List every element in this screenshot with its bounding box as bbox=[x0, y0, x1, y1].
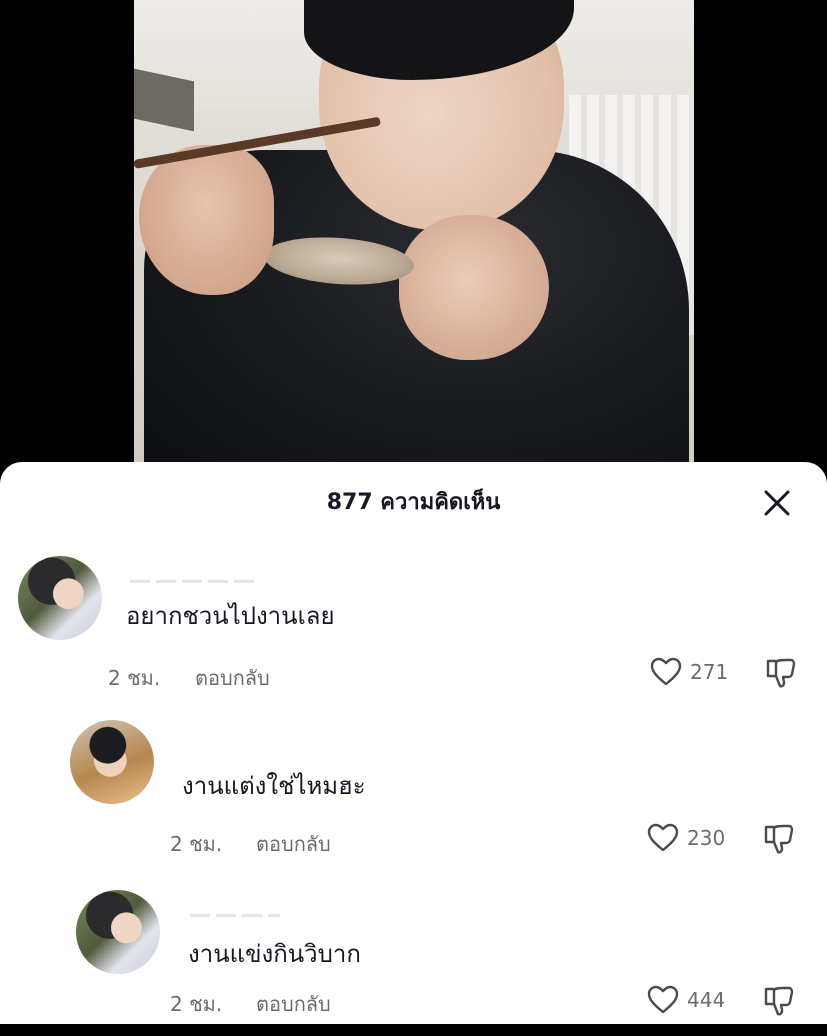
thumbs-down-icon bbox=[764, 986, 794, 1016]
comment-text: งานแต่งใช่ไหมฮะ bbox=[182, 772, 366, 800]
photo-hand-right bbox=[399, 215, 549, 360]
close-icon bbox=[764, 490, 790, 516]
reply-button[interactable]: ตอบกลับ bbox=[256, 828, 331, 860]
comment-time: 2 ชม. bbox=[170, 832, 223, 856]
comment-text: อยากชวนไปงานเลย bbox=[126, 602, 335, 630]
avatar[interactable] bbox=[76, 890, 160, 974]
comments-count-title: 877 ความคิดเห็น bbox=[326, 490, 501, 515]
comment-item: อยากชวนไปงานเลย 2 ชม. ตอบกลับ 271 bbox=[0, 552, 827, 702]
heart-icon bbox=[650, 657, 682, 686]
username[interactable] bbox=[130, 580, 260, 583]
avatar[interactable] bbox=[70, 720, 154, 804]
like-count: 271 bbox=[690, 660, 729, 684]
comments-sheet: 877 ความคิดเห็น อยากชวนไปงานเลย 2 ชม. ตอ… bbox=[0, 462, 827, 1024]
like-count: 230 bbox=[687, 826, 726, 850]
comment-text: งานแข่งกินวิบาก bbox=[188, 940, 361, 968]
thumbs-down-icon bbox=[766, 658, 796, 688]
comment-time: 2 ชม. bbox=[108, 666, 161, 690]
like-button[interactable]: 271 bbox=[650, 656, 728, 688]
heart-icon bbox=[647, 985, 679, 1014]
photo-hand-left bbox=[139, 145, 274, 295]
reply-button[interactable]: ตอบกลับ bbox=[195, 662, 270, 694]
dislike-button[interactable] bbox=[764, 656, 798, 690]
like-button[interactable]: 230 bbox=[647, 822, 725, 854]
close-button[interactable] bbox=[760, 486, 794, 520]
video-player[interactable] bbox=[0, 0, 827, 480]
reply-comment-item: งานแข่งกินวิบาก 2 ชม. ตอบกลับ 444 bbox=[0, 886, 827, 1036]
like-button[interactable]: 444 bbox=[647, 984, 725, 1016]
heart-icon bbox=[647, 823, 679, 852]
thumbs-down-icon bbox=[764, 824, 794, 854]
comment-time: 2 ชม. bbox=[170, 992, 223, 1016]
post-photo bbox=[134, 0, 694, 480]
dislike-button[interactable] bbox=[762, 822, 796, 856]
like-count: 444 bbox=[687, 988, 726, 1012]
avatar[interactable] bbox=[18, 556, 102, 640]
dislike-button[interactable] bbox=[762, 984, 796, 1018]
reply-button[interactable]: ตอบกลับ bbox=[256, 988, 331, 1020]
username[interactable] bbox=[190, 914, 280, 917]
reply-comment-item: งานแต่งใช่ไหมฮะ 2 ชม. ตอบกลับ 230 bbox=[0, 718, 827, 868]
